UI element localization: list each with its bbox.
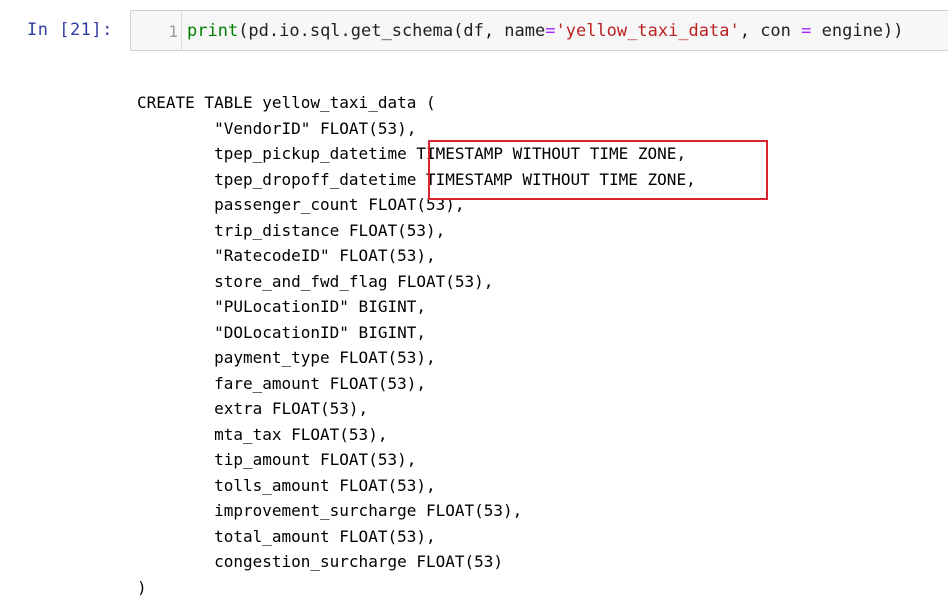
- gutter-divider: [181, 11, 182, 50]
- code-line[interactable]: print(pd.io.sql.get_schema(df, name='yel…: [187, 11, 904, 52]
- code-function-name: print: [187, 21, 239, 41]
- output-line: improvement_surcharge FLOAT(53),: [137, 501, 523, 520]
- line-number: 1: [168, 22, 178, 41]
- output-line: ): [137, 577, 147, 597]
- output-line: extra FLOAT(53),: [137, 399, 369, 418]
- input-prompt: In [21]:: [27, 20, 113, 40]
- code-text: engine)): [811, 21, 904, 41]
- output-line: tip_amount FLOAT(53),: [137, 450, 417, 469]
- output-line: passenger_count FLOAT(53),: [137, 195, 465, 214]
- output-line: trip_distance FLOAT(53),: [137, 220, 446, 240]
- output-line: "RatecodeID" FLOAT(53),: [137, 246, 436, 265]
- code-text: , con: [739, 21, 802, 41]
- output-line: congestion_surcharge FLOAT(53): [137, 552, 504, 571]
- cell-output: CREATE TABLE yellow_taxi_data ( "VendorI…: [137, 90, 696, 600]
- output-line: "PULocationID" BIGINT,: [137, 297, 426, 316]
- output-line: store_and_fwd_flag FLOAT(53),: [137, 271, 494, 291]
- output-line: payment_type FLOAT(53),: [137, 348, 436, 367]
- code-string: 'yellow_taxi_data': [555, 21, 740, 41]
- output-line: mta_tax FLOAT(53),: [137, 424, 388, 444]
- output-line: "VendorID" FLOAT(53),: [137, 118, 417, 138]
- output-line: tpep_dropoff_datetime TIMESTAMP WITHOUT …: [137, 169, 696, 189]
- output-line: fare_amount FLOAT(53),: [137, 373, 426, 393]
- code-text: (pd.io.sql.get_schema(df, name: [238, 21, 546, 41]
- output-line: CREATE TABLE yellow_taxi_data (: [137, 93, 436, 112]
- output-line: tpep_pickup_datetime TIMESTAMP WITHOUT T…: [137, 144, 687, 163]
- output-line: "DOLocationID" BIGINT,: [137, 322, 426, 342]
- output-line: total_amount FLOAT(53),: [137, 526, 436, 546]
- output-line: tolls_amount FLOAT(53),: [137, 475, 436, 495]
- code-operator: =: [545, 21, 556, 41]
- code-operator: =: [801, 21, 812, 41]
- code-input-area[interactable]: 1 print(pd.io.sql.get_schema(df, name='y…: [130, 10, 948, 51]
